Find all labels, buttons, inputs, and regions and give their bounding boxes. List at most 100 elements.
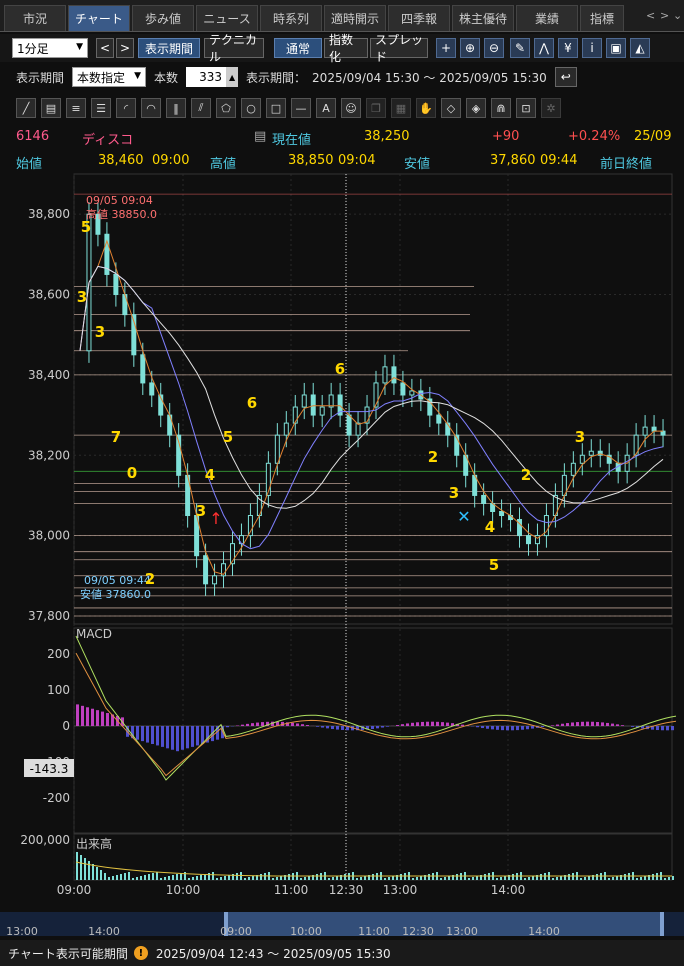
volume-bar [580, 878, 582, 880]
interval-select[interactable]: 1分足 ▼ [12, 38, 88, 58]
volume-bar [596, 874, 598, 880]
volume-bar [276, 877, 278, 880]
lock-icon[interactable]: ⊡ [516, 98, 536, 118]
tab-disclosure[interactable]: 適時開示 [324, 5, 386, 31]
next-button[interactable]: > [116, 38, 134, 58]
macd-histogram-bar [146, 726, 149, 743]
volume-bar [116, 875, 118, 880]
prev-button[interactable]: < [96, 38, 114, 58]
fibonacci-icon[interactable]: ☰ [91, 98, 111, 118]
pencil-icon[interactable]: ✎ [510, 38, 530, 58]
volume-bar [328, 878, 330, 880]
text-icon[interactable]: A [316, 98, 336, 118]
volume-bar [444, 877, 446, 880]
count-marker: 2 [428, 448, 438, 466]
tab-scroll-left-icon[interactable]: < [646, 9, 655, 22]
smiley-icon[interactable]: ☺ [341, 98, 361, 118]
volume-bar [264, 873, 266, 880]
tab-trades[interactable]: 歩み値 [132, 5, 194, 31]
ruler-icon[interactable]: ▤ [41, 98, 61, 118]
y-tick-label: 37,800 [28, 609, 70, 623]
macd-histogram-bar [501, 726, 504, 731]
tab-yutai[interactable]: 株主優待 [452, 5, 514, 31]
interval-value: 1分足 [17, 41, 49, 56]
hand-icon[interactable]: ✋ [416, 98, 436, 118]
vertical-lines-icon[interactable]: ‖ [166, 98, 186, 118]
spread-button[interactable]: スプレッド [370, 33, 428, 64]
display-period-button[interactable]: 表示期間 [138, 38, 200, 58]
volume-bar [496, 878, 498, 880]
tab-timeseries[interactable]: 時系列 [260, 5, 322, 31]
volume-bar [112, 876, 114, 880]
x-tick-label: 12:30 [329, 883, 364, 897]
volume-bar [108, 877, 110, 880]
chevron-down-icon[interactable]: ⌄ [673, 9, 682, 22]
volume-bar [608, 878, 610, 880]
gann-icon[interactable]: ⫽ [191, 98, 211, 118]
tab-indicators[interactable]: 指標 [580, 5, 624, 31]
mountain-chart-icon[interactable]: ◭ [630, 38, 650, 58]
zoom-in-icon[interactable]: ⊕ [460, 38, 480, 58]
hline-icon[interactable]: — [291, 98, 311, 118]
index-button[interactable]: 指数化 [324, 33, 368, 64]
candle-body [382, 366, 388, 384]
volume-bar [236, 873, 238, 880]
add-icon[interactable]: + [436, 38, 456, 58]
arc-icon[interactable]: ◠ [141, 98, 161, 118]
document-icon[interactable]: ▤ [254, 129, 266, 144]
macd-label: MACD [76, 627, 112, 641]
copy-icon[interactable]: ❐ [366, 98, 386, 118]
macd-histogram-bar [296, 723, 299, 726]
macd-histogram-bar [141, 726, 144, 742]
tab-news[interactable]: ニュース [196, 5, 258, 31]
my-chart-icon[interactable]: ▣ [606, 38, 626, 58]
macd-histogram-bar [181, 726, 184, 750]
stock-code: 6146 [16, 129, 50, 144]
trendline-icon[interactable]: ╱ [16, 98, 36, 118]
macd-histogram-bar [576, 722, 579, 726]
pentagon-icon[interactable]: ⬠ [216, 98, 236, 118]
price-chart[interactable]: 38,800 38,600 38,400 38,200 38,000 37,800 09:0… [0, 172, 684, 936]
macd-tick-label: 100 [47, 683, 70, 697]
volume-bar [484, 874, 486, 880]
fan-icon[interactable]: ◜ [116, 98, 136, 118]
volume-bar [428, 874, 430, 880]
gear-icon[interactable]: ✲ [541, 98, 561, 118]
normal-button[interactable]: 通常 [274, 38, 322, 58]
volume-bar [504, 876, 506, 880]
candle-body [319, 406, 325, 416]
tab-earnings[interactable]: 業績 [516, 5, 578, 31]
info-icon[interactable]: i [582, 38, 602, 58]
period-mode-select[interactable]: 本数指定 ▼ [72, 67, 147, 87]
layers-icon[interactable]: ▦ [391, 98, 411, 118]
high-annotation-label: 高値 38850.0 [86, 207, 157, 221]
eraser-all-icon[interactable]: ◈ [466, 98, 486, 118]
circle-icon[interactable]: ○ [241, 98, 261, 118]
tab-chart[interactable]: チャート [68, 5, 130, 31]
macd-histogram-bar [376, 726, 379, 729]
rectangle-icon[interactable]: □ [266, 98, 286, 118]
refresh-icon[interactable]: ↩ [554, 67, 577, 87]
trend-icon[interactable]: ⋀ [534, 38, 554, 58]
volume-panel [73, 833, 673, 881]
yen-icon[interactable]: ¥ [558, 38, 578, 58]
buy-arrow-icon: ↑ [209, 509, 222, 528]
tab-market[interactable]: 市況 [4, 5, 66, 31]
macd-histogram-bar [416, 722, 419, 726]
magnet-icon[interactable]: ⋒ [491, 98, 511, 118]
horizontal-lines-icon[interactable]: ≡ [66, 98, 86, 118]
volume-bar [472, 877, 474, 880]
candle-body [570, 462, 576, 476]
volume-bar [664, 878, 666, 880]
technical-button[interactable]: テクニカル [204, 33, 264, 64]
count-stepper[interactable]: ▲ [226, 67, 239, 87]
candle-body [310, 394, 316, 416]
tab-scroll-right-icon[interactable]: > [660, 9, 669, 22]
count-marker: 6 [335, 360, 345, 378]
eraser-icon[interactable]: ◇ [441, 98, 461, 118]
zoom-out-icon[interactable]: ⊖ [484, 38, 504, 58]
tab-shikiho[interactable]: 四季報 [388, 5, 450, 31]
candle-body [113, 273, 119, 296]
volume-bar [196, 876, 198, 880]
count-input[interactable]: 333 [186, 67, 227, 87]
